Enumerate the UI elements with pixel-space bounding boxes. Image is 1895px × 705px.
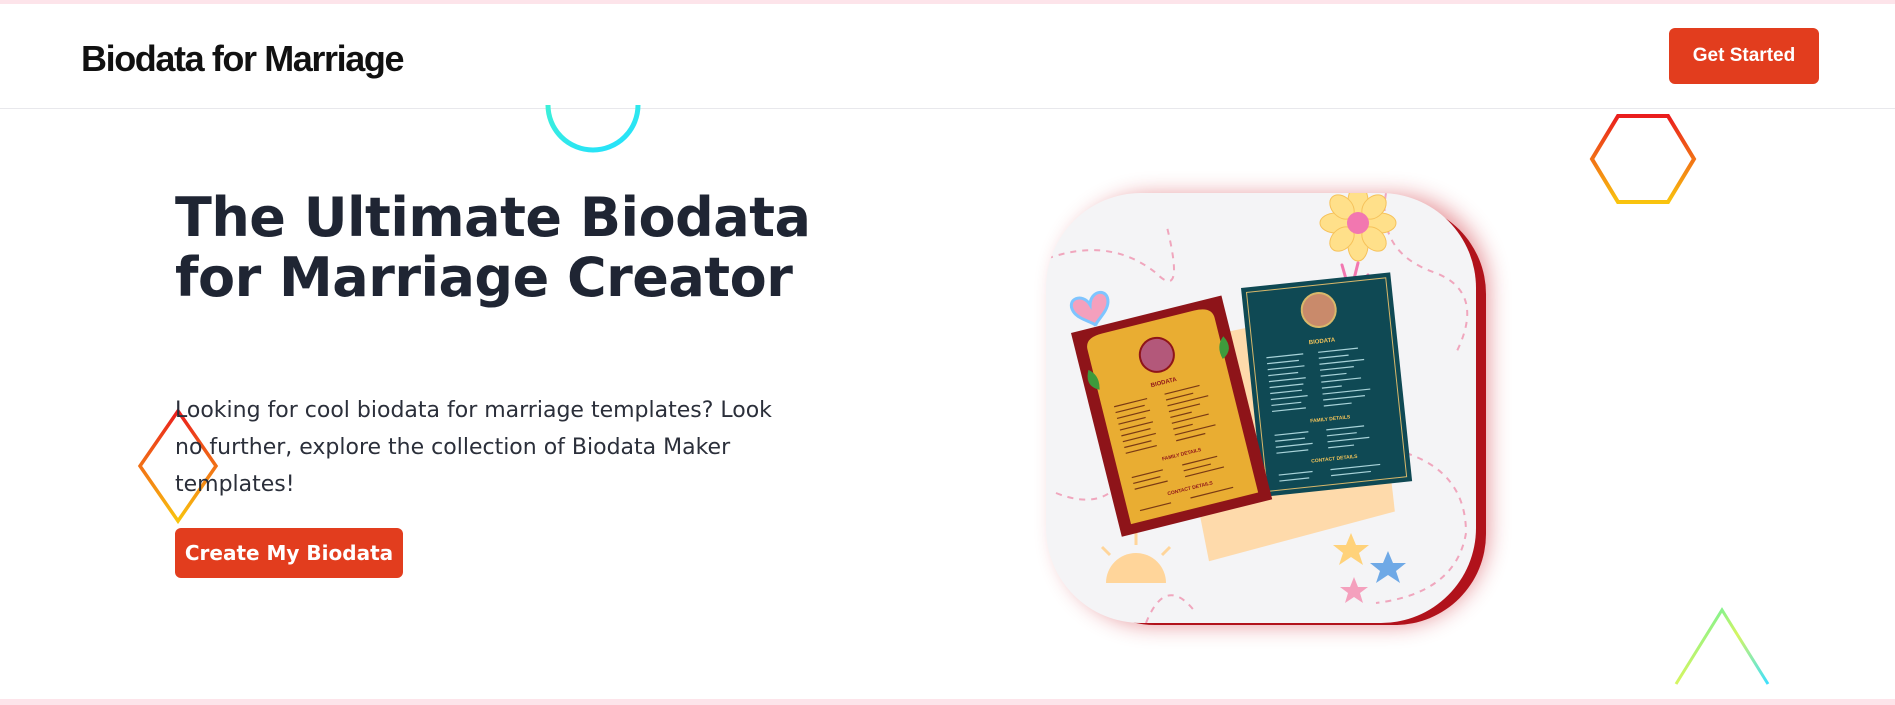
hero-description: Looking for cool biodata for marriage te… <box>175 398 772 497</box>
hero-title: The Ultimate Biodata for Marriage Creato… <box>175 186 811 309</box>
triangle-shape-icon <box>1674 607 1770 685</box>
sun-icon <box>1100 533 1172 583</box>
bottom-accent-stripe <box>0 699 1895 705</box>
create-biodata-button[interactable]: Create My Biodata <box>175 528 403 578</box>
right-biodata-card: BIODATA FAMILY DETAILS CONTACT DETAILS <box>1241 272 1413 497</box>
star-icon <box>1333 533 1406 603</box>
ring-shape-icon <box>545 105 641 153</box>
brand-logo[interactable]: Biodata for Marriage <box>81 38 404 80</box>
hexagon-shape-icon <box>1589 114 1697 204</box>
flower-icon <box>1319 193 1397 262</box>
get-started-button[interactable]: Get Started <box>1669 28 1819 84</box>
site-header: Biodata for Marriage Get Started <box>0 4 1895 109</box>
hero-preview-image: BIODATA FAMILY DETAILS CONTACT DETAILS B… <box>1046 193 1476 623</box>
